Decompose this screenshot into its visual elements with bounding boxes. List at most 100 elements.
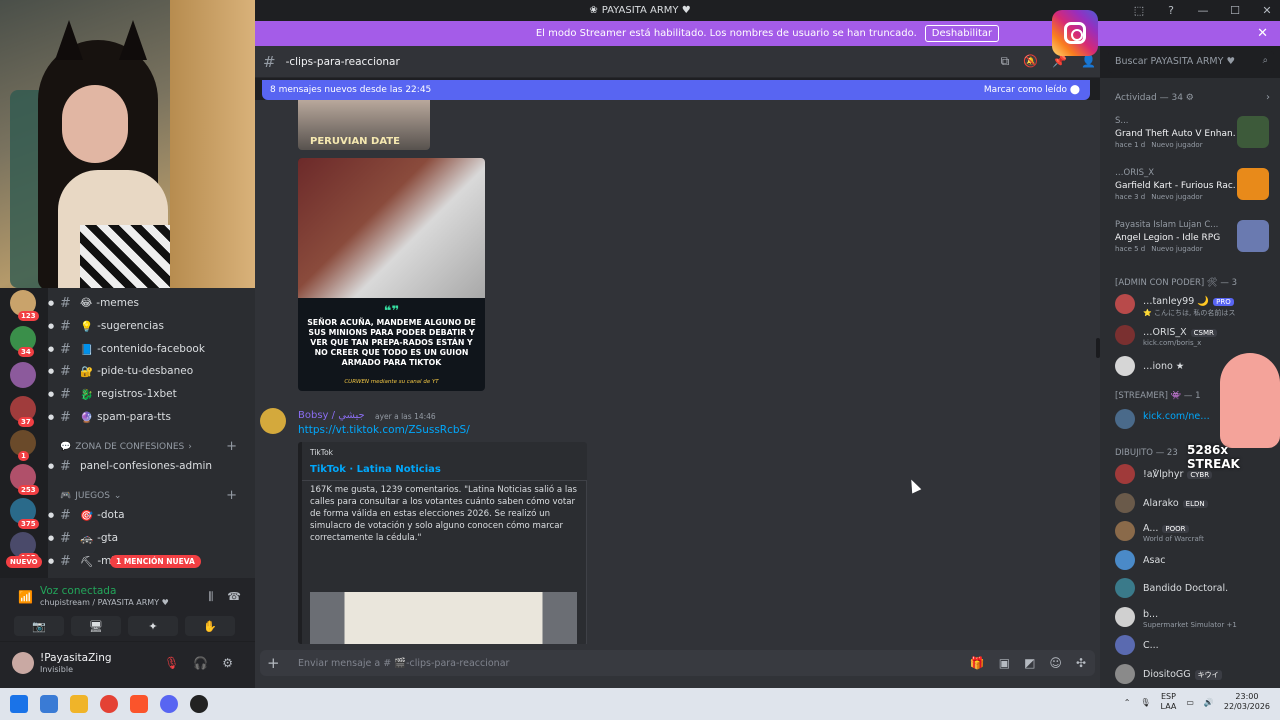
chevron-up-icon[interactable]: ⌃	[1124, 698, 1131, 707]
obs-icon[interactable]	[190, 695, 208, 713]
voice-channel[interactable]: chupistream / PAYASITA ARMY ♥	[40, 598, 169, 607]
chrome-icon[interactable]	[100, 695, 118, 713]
camera-button[interactable]: 📷	[14, 616, 64, 636]
member-item[interactable]: A... POOR World of Warcraft	[1115, 521, 1277, 543]
member-item[interactable]: Asac	[1115, 549, 1277, 572]
add-channel-icon[interactable]: +	[226, 439, 237, 454]
member-item[interactable]: b... Supermarket Simulator +1	[1115, 606, 1277, 629]
embed-image[interactable]	[310, 592, 577, 644]
search-input[interactable]: Buscar PAYASITA ARMY ♥ ⌕	[1108, 51, 1274, 73]
channel-name: -memes	[96, 297, 139, 309]
member-item[interactable]: DiositoGG キウイ	[1115, 663, 1277, 686]
clip-thumbnail-2[interactable]: ❝❞ SEÑOR ACUÑA, MANDEME ALGUNO DE SUS MI…	[298, 158, 485, 391]
member-name: …iono ★	[1143, 361, 1185, 372]
close-button[interactable]: ✕	[1260, 4, 1274, 17]
chevron-right-icon[interactable]: ›	[1266, 92, 1270, 103]
cat-ears	[55, 20, 147, 60]
gif-icon[interactable]: ▣	[999, 656, 1010, 670]
windows-start-icon[interactable]	[10, 695, 28, 713]
noise-icon[interactable]: ⫼	[208, 590, 213, 604]
help-icon[interactable]: ?	[1164, 4, 1178, 17]
brave-icon[interactable]	[130, 695, 148, 713]
member-item[interactable]: …tanley99 🌙 PRO ⭐ こんにちは, 私の名前はス	[1115, 294, 1277, 317]
members-icon[interactable]: 👤	[1081, 54, 1096, 69]
channel-sugerencias[interactable]: ● # 💡 -sugerencias	[48, 316, 164, 336]
disable-streamer-button[interactable]: Deshabilitar	[924, 25, 1000, 42]
message-input[interactable]: Enviar mensaje a # 🎬-clips-para-reaccion…	[298, 658, 509, 669]
channel-gta[interactable]: ● # 🚓 -gta	[48, 528, 118, 548]
category-confesiones[interactable]: 💬 ZONA DE CONFESIONES ›	[60, 442, 192, 452]
avatar[interactable]	[12, 652, 34, 674]
member-item[interactable]: C...	[1115, 635, 1277, 657]
server-icon-2[interactable]: 34	[10, 326, 36, 357]
gift-icon[interactable]: 🎁	[970, 656, 985, 670]
channel-pide-tu-desbaneo[interactable]: ● # 🔐 -pide-tu-desbaneo	[48, 361, 193, 381]
unread-dot: ●	[48, 534, 55, 542]
inbox-icon[interactable]: ⬚	[1132, 4, 1146, 17]
mic-muted-icon[interactable]: 🎙	[164, 656, 179, 670]
activity-item[interactable]: …ORIS_X Garfield Kart - Furious Rac... hac…	[1115, 168, 1275, 212]
embed-title[interactable]: TikTok · Latina Noticias	[310, 464, 441, 475]
member-streamer[interactable]: kick.com/ne…	[1115, 409, 1277, 431]
server-icon-4[interactable]: 37	[10, 396, 36, 427]
activity-item[interactable]: Payasita Islam Lujan C... Angel Legion - …	[1115, 220, 1275, 264]
discord-icon[interactable]	[160, 695, 178, 713]
member-item[interactable]: Bandido Doctoral.	[1115, 578, 1277, 600]
file-explorer-icon[interactable]	[70, 695, 88, 713]
hash-icon: #	[60, 458, 71, 474]
apps-icon[interactable]: ✣	[1076, 656, 1086, 670]
message-author[interactable]: Bobsy / جيشي	[298, 410, 365, 421]
maximize-button[interactable]: ☐	[1228, 4, 1242, 17]
member-item[interactable]: …ORIS_X CSMR kick.com/boris_x	[1115, 325, 1277, 347]
category-juegos[interactable]: 🎮 JUEGOS ⌄	[60, 491, 121, 501]
channel-dota[interactable]: ● # 🎯 -dota	[48, 505, 125, 525]
channel-contenido-facebook[interactable]: ● # 📘 -contenido-facebook	[48, 339, 205, 359]
pin-icon[interactable]: 📌	[1052, 54, 1067, 69]
channel-spam-para-tts[interactable]: ● # 🔮 spam-para-tts	[48, 407, 171, 427]
thumbnail-caption: SEÑOR ACUÑA, MANDEME ALGUNO DE SUS MINIO…	[307, 318, 476, 367]
task-view-icon[interactable]	[40, 695, 58, 713]
gear-icon[interactable]: ⚙	[222, 656, 233, 670]
message-link[interactable]: https://vt.tiktok.com/ZSussRcbS/	[298, 424, 470, 436]
mic-icon[interactable]: 🎙	[1140, 698, 1150, 707]
threads-icon[interactable]: ⧉	[1001, 54, 1010, 69]
username[interactable]: !PayasitaZing	[40, 652, 112, 664]
voice-actions: ⫼ ☎	[208, 590, 241, 604]
soundboard-button[interactable]: ✋	[185, 616, 235, 636]
member-item[interactable]: !a℣lphyr CYBR	[1115, 464, 1277, 486]
activities-button[interactable]: ✦	[128, 616, 178, 636]
avatar[interactable]	[260, 408, 286, 434]
emoji-icon[interactable]: ☺	[1049, 656, 1062, 670]
new-messages-bar[interactable]: 8 mensajes nuevos desde las 22:45 Marcar…	[262, 80, 1090, 100]
minimize-button[interactable]: —	[1196, 4, 1210, 17]
server-icon-5[interactable]: 1	[10, 430, 36, 461]
server-icon-6[interactable]: 253	[10, 464, 39, 495]
channel-emoji: 📘	[80, 343, 94, 356]
screenshare-button[interactable]: 🖥	[71, 616, 121, 636]
server-icon-7[interactable]: 375	[10, 498, 39, 529]
member-item[interactable]: Alarako ELDN	[1115, 492, 1277, 515]
channel-memes[interactable]: ● # 😂 -memes	[48, 293, 139, 313]
server-icon-3[interactable]	[10, 362, 36, 388]
server-icon-8[interactable]: 105	[10, 532, 39, 563]
server-icon-1[interactable]: 123	[10, 290, 39, 321]
language-indicator[interactable]: ESP LAA	[1161, 692, 1177, 712]
sticker-icon[interactable]: ◩	[1024, 656, 1035, 670]
disconnect-icon[interactable]: ☎	[227, 590, 241, 604]
activity-item[interactable]: S... Grand Theft Auto V Enhan... hace 1 dN…	[1115, 116, 1275, 160]
clip-thumbnail-1[interactable]: PERUVIAN DATE	[298, 100, 430, 150]
add-channel-icon[interactable]: +	[226, 488, 237, 503]
channel-panel-confesiones-admin[interactable]: ● # panel-confesiones-admin	[48, 456, 212, 476]
headphones-icon[interactable]: 🎧	[193, 656, 208, 670]
channel-registros-1xbet[interactable]: ● # 🐉 registros-1xbet	[48, 384, 177, 404]
add-attachment-icon[interactable]: +	[267, 654, 280, 672]
gear-icon[interactable]: ⚙	[1186, 93, 1194, 103]
user-panel: !PayasitaZing Invisible 🎙 🎧 ⚙	[0, 642, 255, 688]
volume-icon[interactable]: 🔊	[1204, 698, 1214, 707]
network-icon[interactable]: ▭	[1186, 698, 1194, 707]
close-icon[interactable]: ✕	[1257, 26, 1268, 41]
mark-as-read-button[interactable]: Marcar como leído ⬤	[984, 85, 1080, 95]
clock[interactable]: 23:00 22/03/2026	[1224, 692, 1270, 712]
new-mention-badge[interactable]: 1 MENCIÓN NUEVA	[110, 555, 201, 568]
notifications-off-icon[interactable]: 🔕	[1023, 54, 1038, 69]
